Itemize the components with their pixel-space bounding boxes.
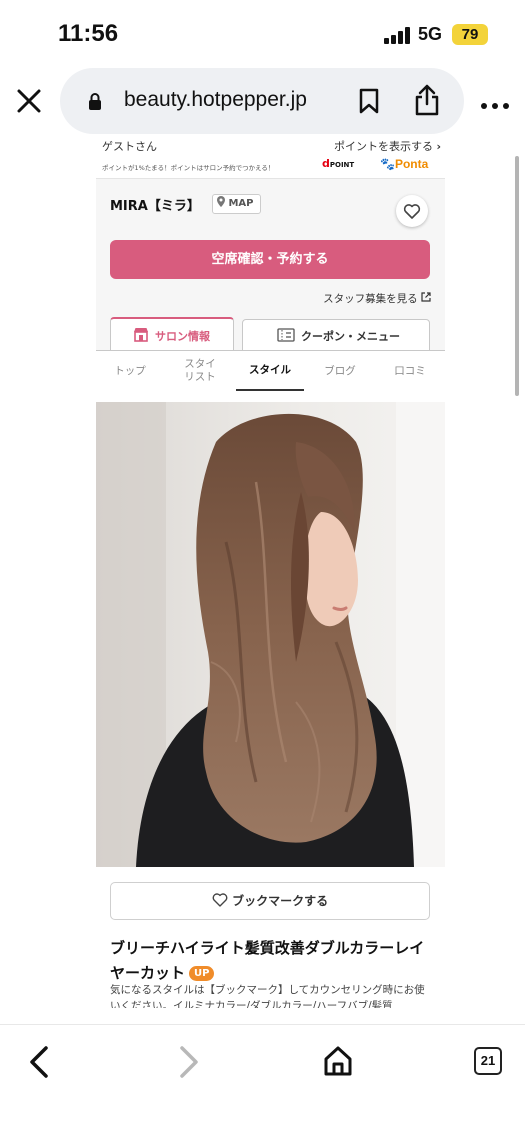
lock-icon (88, 92, 102, 110)
url-text: beauty.hotpepper.jp (124, 88, 307, 111)
salon-name: MIRA【ミラ】 (110, 199, 200, 214)
subnav-reviews[interactable]: 口コミ (380, 351, 440, 391)
address-bar[interactable]: beauty.hotpepper.jp (60, 68, 464, 134)
network-label: 5G (418, 24, 443, 44)
map-button[interactable]: MAP (212, 194, 261, 214)
more-icon[interactable] (480, 96, 510, 109)
shop-icon (134, 328, 148, 342)
heart-icon (403, 204, 421, 219)
show-points-link[interactable]: ポイントを表示する › (334, 138, 441, 154)
staff-recruit-link[interactable]: スタッフ募集を見る (323, 291, 431, 306)
dpoint-logo: dPOINT (322, 157, 355, 170)
forward-icon[interactable] (176, 1045, 202, 1079)
style-photo[interactable] (96, 402, 445, 867)
map-pin-icon (217, 196, 225, 207)
share-icon[interactable] (414, 84, 440, 116)
back-icon[interactable] (26, 1045, 52, 1079)
tab-coupon-menu[interactable]: クーポン・メニュー (242, 319, 430, 351)
style-description: 気になるスタイルは【ブックマーク】してカウンセリング時にお使いください。イルミナ… (110, 984, 425, 1008)
scrollbar[interactable] (515, 156, 519, 396)
style-title: ブリーチハイライト髪質改善ダブルカラーレイヤーカット UP (110, 939, 425, 982)
salon-header: MIRA【ミラ】 MAP 空席確認・予約する スタッフ募集を見る サロン情報 ク… (96, 178, 445, 391)
home-icon[interactable] (322, 1045, 354, 1077)
bookmark-icon[interactable] (358, 88, 380, 114)
ponta-logo: 🐾Ponta (380, 157, 429, 171)
favorite-heart-button[interactable] (396, 195, 428, 227)
heart-outline-icon (212, 893, 228, 907)
subnav-top[interactable]: トップ (104, 351, 156, 391)
status-time: 11:56 (58, 20, 119, 47)
guest-name: ゲストさん (102, 140, 157, 153)
battery-icon: 79 (452, 24, 488, 45)
external-link-icon (421, 292, 431, 302)
status-bar: 11:56 5G 79 (0, 0, 525, 62)
tab-salon-info[interactable]: サロン情報 (110, 317, 234, 351)
subnav-blog[interactable]: ブログ (312, 351, 368, 391)
sub-navigation: トップ スタイ リスト スタイル ブログ 口コミ (96, 351, 445, 391)
points-note: ポイントが1%たまる！ポイントはサロン予約でつかえる！ (102, 164, 275, 172)
coupon-icon (277, 328, 295, 342)
close-icon[interactable] (14, 86, 44, 116)
browser-toolbar: 21 (0, 1024, 525, 1136)
tabs-count-button[interactable]: 21 (474, 1047, 502, 1075)
subnav-style[interactable]: スタイル (236, 351, 304, 391)
bookmark-style-button[interactable]: ブックマークする (110, 882, 430, 920)
subnav-stylist[interactable]: スタイ リスト (170, 351, 230, 391)
signal-icon (384, 26, 410, 44)
reserve-button[interactable]: 空席確認・予約する (110, 240, 430, 279)
up-badge: UP (189, 966, 215, 981)
guest-row: ゲストさん ポイントを表示する › (96, 136, 445, 154)
